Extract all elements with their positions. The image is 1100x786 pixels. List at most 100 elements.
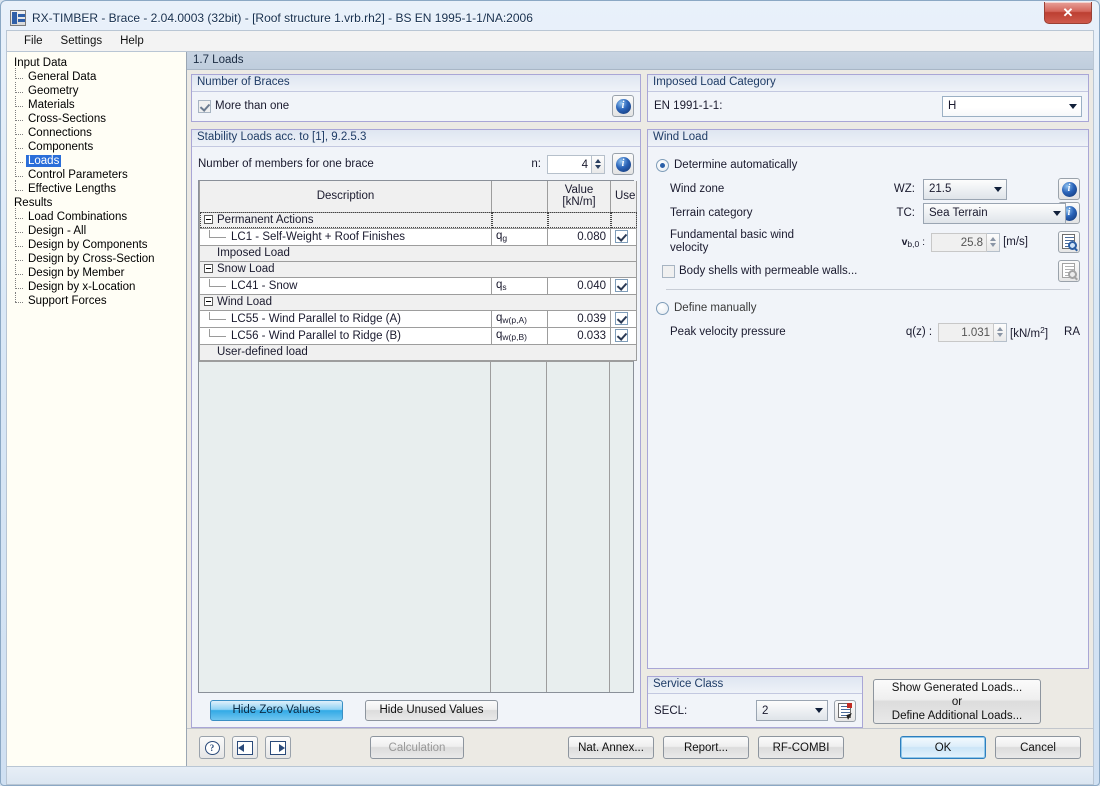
sidebar-item-load-combinations[interactable]: Load Combinations	[12, 208, 186, 224]
info-icon[interactable]: i	[612, 153, 634, 175]
sidebar-item-cross-sections[interactable]: Cross-Sections	[12, 110, 186, 126]
secl-label: SECL:	[654, 704, 688, 717]
sidebar-item-loads[interactable]: Loads	[12, 152, 186, 168]
hide-unused-values-button[interactable]: Hide Unused Values	[365, 699, 498, 721]
peak-velocity-pressure-stepper[interactable]	[994, 322, 1008, 342]
collapse-icon[interactable]	[204, 297, 213, 306]
app-icon	[10, 9, 26, 26]
use-checkbox[interactable]	[615, 328, 628, 342]
tree-label: Materials	[28, 99, 75, 111]
sidebar-item-design-all[interactable]: Design - All	[12, 222, 186, 238]
permeable-walls-checkbox[interactable]: Body shells with permeable walls...	[662, 264, 857, 278]
terrain-category-select[interactable]: Sea Terrain	[923, 202, 1066, 224]
more-than-one-checkbox[interactable]: More than one	[198, 99, 289, 113]
calculation-button[interactable]: Calculation	[370, 736, 464, 759]
sidebar-item-support-forces[interactable]: Support Forces	[12, 292, 186, 308]
info-glyph: i	[615, 98, 631, 114]
info-icon[interactable]: i	[612, 95, 634, 117]
next-glyph	[270, 740, 286, 755]
generated-loads-line1: Show Generated Loads...	[891, 681, 1023, 694]
row-value[interactable]: 0.033	[547, 327, 611, 345]
qz-suffix: RA	[1064, 326, 1080, 338]
members-label: Number of members for one brace	[198, 158, 374, 170]
peak-velocity-pressure-input[interactable]: 1.031	[938, 322, 995, 342]
document-cursor-icon[interactable]	[834, 699, 856, 722]
hide-zero-values-button[interactable]: Hide Zero Values	[210, 699, 343, 721]
cancel-button[interactable]: Cancel	[995, 736, 1081, 759]
sidebar-item-control-parameters[interactable]: Control Parameters	[12, 166, 186, 182]
show-generated-loads-button[interactable]: Show Generated Loads... or Define Additi…	[873, 679, 1041, 724]
use-checkbox[interactable]	[615, 278, 628, 292]
column-header-description: Description	[199, 181, 492, 213]
help-bubble-icon[interactable]: ?	[199, 736, 225, 759]
use-checkbox[interactable]	[615, 311, 628, 325]
table-row[interactable]: User-defined load	[199, 344, 637, 361]
table-row[interactable]: LC56 - Wind Parallel to Ridge (B) qw(p,B…	[199, 327, 637, 345]
sidebar-item-materials[interactable]: Materials	[12, 96, 186, 112]
sidebar-item-design-by-x-location[interactable]: Design by x-Location	[12, 278, 186, 294]
sidebar-item-components[interactable]: Components	[12, 138, 186, 154]
row-value[interactable]: 0.039	[547, 310, 611, 328]
tree-label: Support Forces	[28, 295, 107, 307]
members-input[interactable]: 4	[547, 154, 592, 174]
row-use[interactable]	[610, 277, 637, 295]
table-row[interactable]: Imposed Load	[199, 245, 637, 262]
stability-loads-header: Stability Loads acc. to [1], 9.2.5.3	[192, 130, 640, 147]
menu-item-file[interactable]: File	[15, 33, 52, 49]
table-row[interactable]: Wind Load	[199, 294, 637, 311]
sidebar-item-general-data[interactable]: General Data	[12, 68, 186, 84]
vb-label-line1: Fundamental basic wind	[670, 229, 795, 241]
row-symbol	[491, 212, 548, 229]
sidebar-item-design-by-components[interactable]: Design by Components	[12, 236, 186, 252]
menu-item-help[interactable]: Help	[111, 33, 153, 49]
row-value[interactable]: 0.080	[547, 228, 611, 246]
row-description-label: Snow Load	[217, 263, 275, 275]
terrain-category-value: Sea Terrain	[929, 207, 988, 219]
table-row[interactable]: LC1 - Self-Weight + Roof Finishes qg 0.0…	[199, 228, 637, 246]
nav-previous-icon[interactable]	[232, 736, 258, 759]
row-use[interactable]	[610, 310, 637, 328]
row-value	[547, 212, 611, 229]
info-icon[interactable]: i	[1058, 178, 1080, 200]
ok-button[interactable]: OK	[900, 736, 986, 759]
permeable-walls-row: Body shells with permeable walls...	[656, 259, 1080, 283]
nav-next-icon[interactable]	[265, 736, 291, 759]
table-row[interactable]: Permanent Actions	[199, 212, 637, 229]
vb-symbol-sub: b,0	[907, 238, 920, 249]
tree-label: Geometry	[28, 85, 79, 97]
members-stepper[interactable]	[592, 154, 605, 174]
row-use	[610, 212, 637, 229]
secl-select[interactable]: 2	[756, 700, 828, 721]
sidebar-item-connections[interactable]: Connections	[12, 124, 186, 140]
table-row[interactable]: LC55 - Wind Parallel to Ridge (A) qw(p,A…	[199, 310, 637, 328]
document-magnifier-icon[interactable]	[1058, 231, 1080, 253]
use-checkbox[interactable]	[615, 229, 628, 243]
basic-wind-velocity-input[interactable]: 25.8	[931, 232, 988, 252]
nat-annex-button[interactable]: Nat. Annex...	[568, 736, 654, 759]
row-use[interactable]	[610, 228, 637, 246]
define-manually-radio[interactable]: Define manually	[656, 301, 756, 315]
row-use[interactable]	[610, 327, 637, 345]
row-description: LC41 - Snow	[199, 277, 492, 295]
tree-group-results: Results	[14, 197, 53, 209]
table-row[interactable]: Snow Load	[199, 261, 637, 278]
sidebar-item-geometry[interactable]: Geometry	[12, 82, 186, 98]
wind-zone-select[interactable]: 21.5	[923, 178, 1007, 200]
basic-wind-velocity-stepper[interactable]	[987, 232, 1001, 252]
sidebar-item-design-by-member[interactable]: Design by Member	[12, 264, 186, 280]
cursor-shape	[846, 712, 854, 720]
close-icon[interactable]: ✕	[1044, 2, 1092, 24]
menu-item-settings[interactable]: Settings	[52, 33, 112, 49]
table-row[interactable]: LC41 - Snow qs 0.040	[199, 277, 637, 295]
sidebar-item-design-by-cross-section[interactable]: Design by Cross-Section	[12, 250, 186, 266]
sidebar-item-effective-lengths[interactable]: Effective Lengths	[12, 180, 186, 196]
row-value[interactable]: 0.040	[547, 277, 611, 295]
collapse-icon[interactable]	[204, 264, 213, 273]
determine-automatically-radio[interactable]: Determine automatically	[656, 158, 797, 172]
tree-label: Cross-Sections	[28, 113, 106, 125]
report-button[interactable]: Report...	[663, 736, 749, 759]
terrain-category-row: Terrain category TC: Sea Terrain i	[656, 201, 1080, 225]
imposed-load-category-select[interactable]: H	[942, 95, 1082, 117]
collapse-icon[interactable]	[204, 215, 213, 224]
rf-combi-button[interactable]: RF-COMBI	[758, 736, 844, 759]
